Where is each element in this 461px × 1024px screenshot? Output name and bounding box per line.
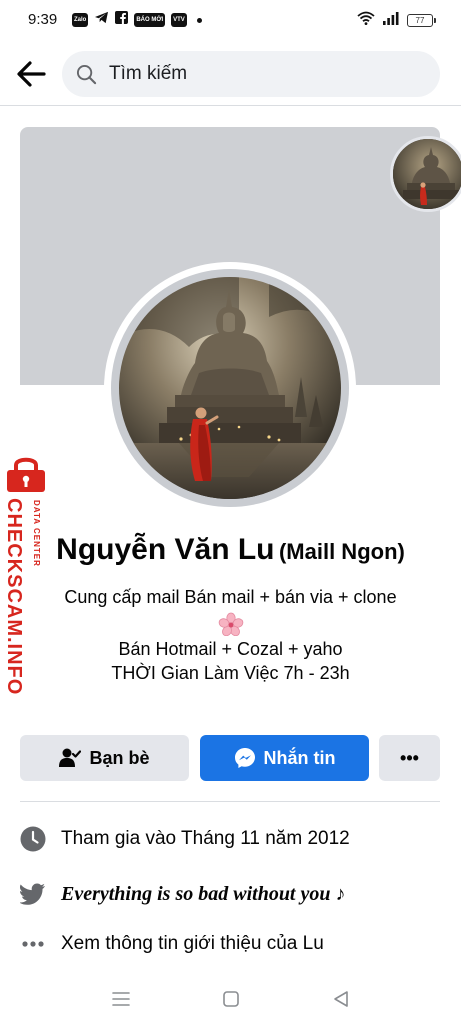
home-square-icon [223,991,239,1007]
system-back-button[interactable] [328,987,354,1011]
message-button[interactable]: Nhắn tin [200,735,369,781]
profile-screen: 9:39 Zalo BÁO MỚI VTV 77 Tìm kiếm CHECKS… [0,0,461,1024]
status-right: 77 [357,11,436,30]
wifi-icon [357,11,375,30]
friends-button-label: Bạn bè [89,747,150,768]
bio-line-2: Bán Hotmail + Cozal + yaho [118,639,343,659]
search-icon [76,63,98,85]
facebook-icon [115,11,129,29]
profile-avatar[interactable] [104,262,356,514]
see-about-row[interactable]: Xem thông tin giới thiệu của Lu [20,927,440,961]
search-header: Tìm kiếm [0,40,461,106]
cover-story-thumbnail[interactable] [390,136,461,212]
message-button-label: Nhắn tin [263,747,336,768]
notification-icons: Zalo BÁO MỚI VTV [72,11,202,29]
profile-name: Nguyễn Văn Lu [56,533,275,566]
telegram-icon [94,11,109,29]
more-dots-label: ••• [400,747,419,768]
bio-line-1: Cung cấp mail Bán mail + bán via + clone [64,587,397,607]
profile-alternate-name: (Maill Ngon) [278,539,405,564]
clock-icon [20,826,46,852]
cherry-blossom-icon [218,612,244,637]
search-input[interactable]: Tìm kiếm [62,51,440,97]
status-bar: 9:39 Zalo BÁO MỚI VTV 77 [0,0,461,40]
system-navigation-bar [0,975,461,1024]
joined-info-row: Tham gia vào Tháng 11 năm 2012 [20,822,440,856]
friend-check-icon [59,748,82,768]
back-button[interactable] [14,57,48,91]
signal-icon [382,11,400,30]
see-about-text: Xem thông tin giới thiệu của Lu [61,933,324,954]
status-time: 9:39 [28,11,58,28]
more-notifications-dot [196,17,202,23]
twitter-icon [20,881,46,907]
section-divider [20,801,440,802]
home-button[interactable] [218,987,244,1011]
zalo-icon: Zalo [72,13,89,27]
profile-name-row: Nguyễn Văn Lu (Maill Ngon) [0,533,461,567]
avatar-photo [119,277,341,499]
lock-icon [3,454,49,499]
twitter-info-row: Everything is so bad without you ♪ [20,877,440,911]
more-horizontal-icon [20,931,46,957]
friends-button[interactable]: Bạn bè [20,735,189,781]
battery-icon: 77 [407,14,436,27]
twitter-status-text: Everything is so bad without you ♪ [61,882,346,905]
baomoi-icon: BÁO MỚI [134,13,166,27]
vtv-icon: VTV [171,13,187,27]
joined-text: Tham gia vào Tháng 11 năm 2012 [61,828,350,849]
avatar-border [111,269,349,507]
bio-line-3: THỜI Gian Làm Việc 7h - 23h [111,663,350,683]
search-placeholder: Tìm kiếm [109,63,188,84]
triangle-back-icon [334,991,348,1007]
messenger-icon [234,747,256,769]
arrow-left-icon [17,61,46,87]
more-options-button[interactable]: ••• [379,735,440,781]
recent-apps-button[interactable] [108,987,134,1011]
menu-icon [112,992,130,1006]
